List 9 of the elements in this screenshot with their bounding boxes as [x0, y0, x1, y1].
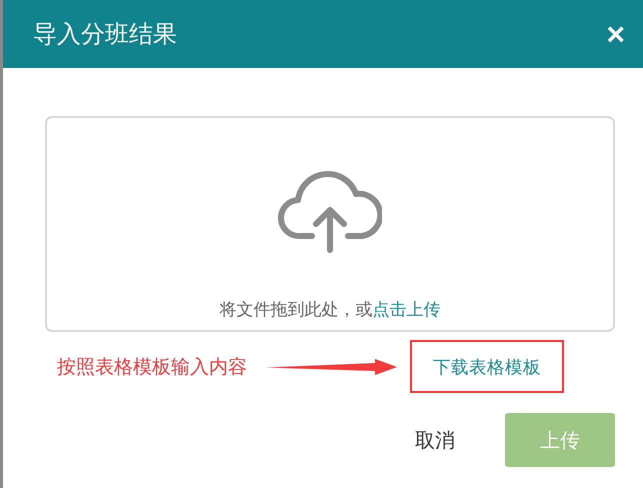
upload-link[interactable]: 点击上传	[372, 300, 440, 320]
upload-dropzone[interactable]: 将文件拖到此处，或点击上传	[45, 116, 615, 332]
dialog-title: 导入分班结果	[33, 19, 177, 50]
cancel-button[interactable]: 取消	[415, 426, 455, 454]
download-template-link[interactable]: 下载表格模板	[433, 354, 541, 378]
cloud-upload-icon	[278, 170, 382, 254]
annotation-note: 按照表格模板输入内容	[57, 354, 247, 380]
close-button[interactable]: ×	[606, 18, 625, 50]
drop-hint: 将文件拖到此处，或点击上传	[220, 299, 440, 321]
